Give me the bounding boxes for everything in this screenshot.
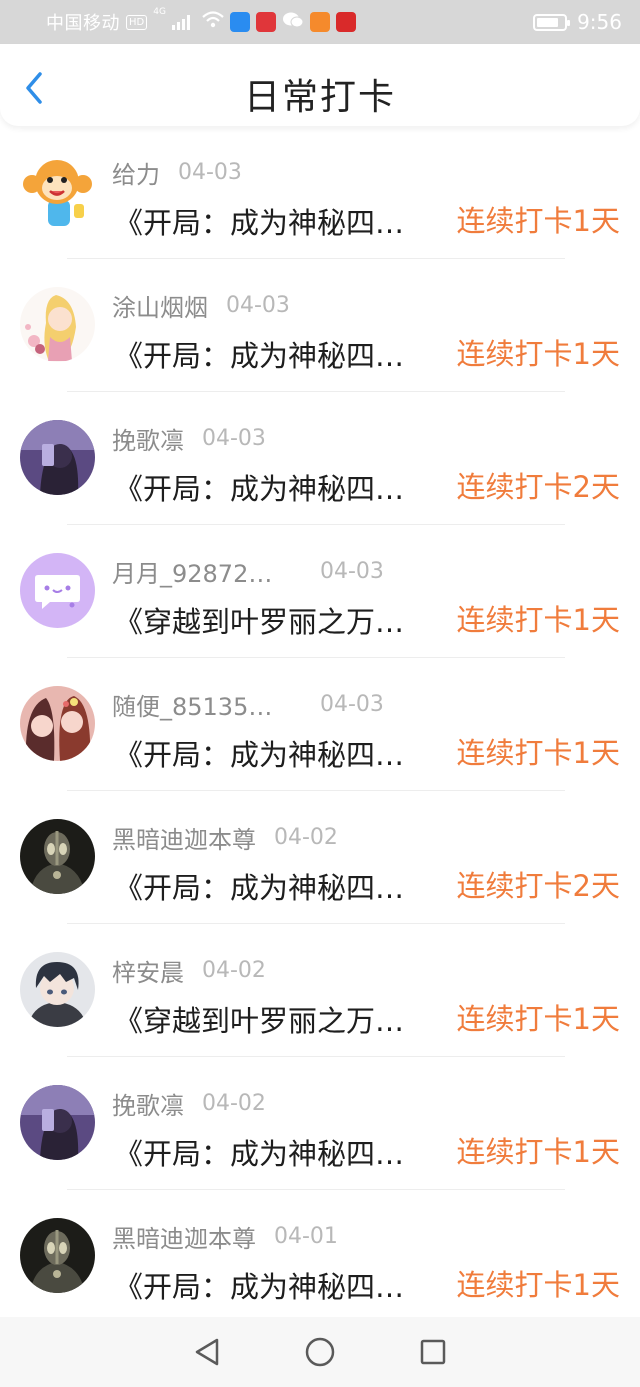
book-title[interactable]: 《开局：成为神秘四…: [114, 732, 432, 774]
checkin-date: 04-02: [274, 824, 338, 850]
streak-label: 连续打卡1天: [456, 736, 620, 770]
hd-badge: HD: [126, 14, 148, 30]
triangle-back-icon: [195, 1338, 218, 1366]
red-heart-app-icon: [335, 12, 356, 32]
book-title[interactable]: 《穿越到叶罗丽之万…: [114, 599, 432, 641]
book-title[interactable]: 《开局：成为神秘四…: [114, 333, 432, 375]
username[interactable]: 涂山烟烟: [112, 288, 208, 323]
red-app-icon: [255, 12, 276, 32]
streak-label: 连续打卡2天: [456, 470, 620, 504]
status-bar: 中国移动 HD 4G 9:56: [0, 0, 640, 44]
streak-label: 连续打卡1天: [456, 204, 620, 238]
streak-label: 连续打卡1天: [456, 1002, 620, 1036]
system-nav-bar: [0, 1317, 640, 1387]
video-app-icon: [309, 12, 330, 32]
list-item[interactable]: 随便_85135… 04-03 《开局：成为神秘四… 连续打卡1天: [0, 658, 640, 791]
carrier-name: 中国移动: [46, 13, 120, 34]
nav-back-button[interactable]: [187, 1332, 227, 1372]
circle-home-icon: [305, 1337, 335, 1367]
book-title[interactable]: 《开局：成为神秘四…: [114, 466, 432, 508]
network-type: 4G: [153, 7, 166, 17]
username[interactable]: 挽歌凛: [112, 421, 184, 456]
checkin-date: 04-03: [320, 558, 384, 584]
ultraman-avatar[interactable]: [20, 1218, 95, 1293]
username[interactable]: 黑暗迪迦本尊: [112, 820, 256, 855]
list-item[interactable]: 给力 04-03 《开局：成为神秘四… 连续打卡1天: [0, 126, 640, 259]
clock: 9:56: [577, 10, 622, 34]
list-item[interactable]: 黑暗迪迦本尊 04-01 《开局：成为神秘四… 连续打卡1天: [0, 1190, 640, 1317]
wechat-icon: [282, 11, 304, 34]
book-title[interactable]: 《穿越到叶罗丽之万…: [114, 998, 432, 1040]
list-item[interactable]: 月月_92872… 04-03 《穿越到叶罗丽之万… 连续打卡1天: [0, 525, 640, 658]
book-title[interactable]: 《开局：成为神秘四…: [114, 200, 432, 242]
default-chat-avatar[interactable]: [20, 553, 95, 628]
streak-label: 连续打卡1天: [456, 603, 620, 637]
battery-icon: [533, 13, 571, 31]
dark-purple-avatar[interactable]: [20, 420, 95, 495]
monkey-avatar[interactable]: [20, 154, 95, 229]
square-recents-icon: [421, 1339, 446, 1365]
anime-girl-avatar[interactable]: [20, 287, 95, 362]
list-item[interactable]: 涂山烟烟 04-03 《开局：成为神秘四… 连续打卡1天: [0, 259, 640, 392]
username[interactable]: 挽歌凛: [112, 1086, 184, 1121]
checkin-date: 04-03: [202, 425, 266, 451]
list-item[interactable]: 梓安晨 04-02 《穿越到叶罗丽之万… 连续打卡1天: [0, 924, 640, 1057]
list-item[interactable]: 黑暗迪迦本尊 04-02 《开局：成为神秘四… 连续打卡2天: [0, 791, 640, 924]
checkin-date: 04-02: [202, 1090, 266, 1116]
list-item[interactable]: 挽歌凛 04-02 《开局：成为神秘四… 连续打卡1天: [0, 1057, 640, 1190]
dark-purple-avatar[interactable]: [20, 1085, 95, 1160]
username[interactable]: 梓安晨: [112, 953, 184, 988]
header-bar: 日常打卡: [0, 44, 640, 126]
checkin-date: 04-03: [320, 691, 384, 717]
username[interactable]: 随便_85135…: [112, 687, 302, 722]
signal-icon: [171, 14, 190, 30]
streak-label: 连续打卡1天: [456, 1268, 620, 1302]
page-title: 日常打卡: [243, 77, 396, 118]
checkin-list[interactable]: 给力 04-03 《开局：成为神秘四… 连续打卡1天 涂山烟烟 04-03 《开…: [0, 126, 640, 1317]
wifi-app-icon: [229, 12, 250, 32]
username[interactable]: 黑暗迪迦本尊: [112, 1219, 256, 1254]
anime-couple-avatar[interactable]: [20, 686, 95, 761]
username[interactable]: 给力: [112, 155, 160, 190]
list-item[interactable]: 挽歌凛 04-03 《开局：成为神秘四… 连续打卡2天: [0, 392, 640, 525]
username[interactable]: 月月_92872…: [112, 554, 302, 589]
ultraman-avatar[interactable]: [20, 819, 95, 894]
nav-home-button[interactable]: [300, 1332, 340, 1372]
checkin-date: 04-02: [202, 957, 266, 983]
book-title[interactable]: 《开局：成为神秘四…: [114, 865, 432, 907]
nav-recents-button[interactable]: [413, 1332, 453, 1372]
streak-label: 连续打卡2天: [456, 869, 620, 903]
checkin-date: 04-03: [178, 159, 242, 185]
wifi-icon: [202, 11, 224, 33]
checkin-date: 04-03: [226, 292, 290, 318]
checkin-date: 04-01: [274, 1223, 338, 1249]
book-title[interactable]: 《开局：成为神秘四…: [114, 1264, 432, 1306]
book-title[interactable]: 《开局：成为神秘四…: [114, 1131, 432, 1173]
streak-label: 连续打卡1天: [456, 1135, 620, 1169]
anime-boy-avatar[interactable]: [20, 952, 95, 1027]
streak-label: 连续打卡1天: [456, 337, 620, 371]
